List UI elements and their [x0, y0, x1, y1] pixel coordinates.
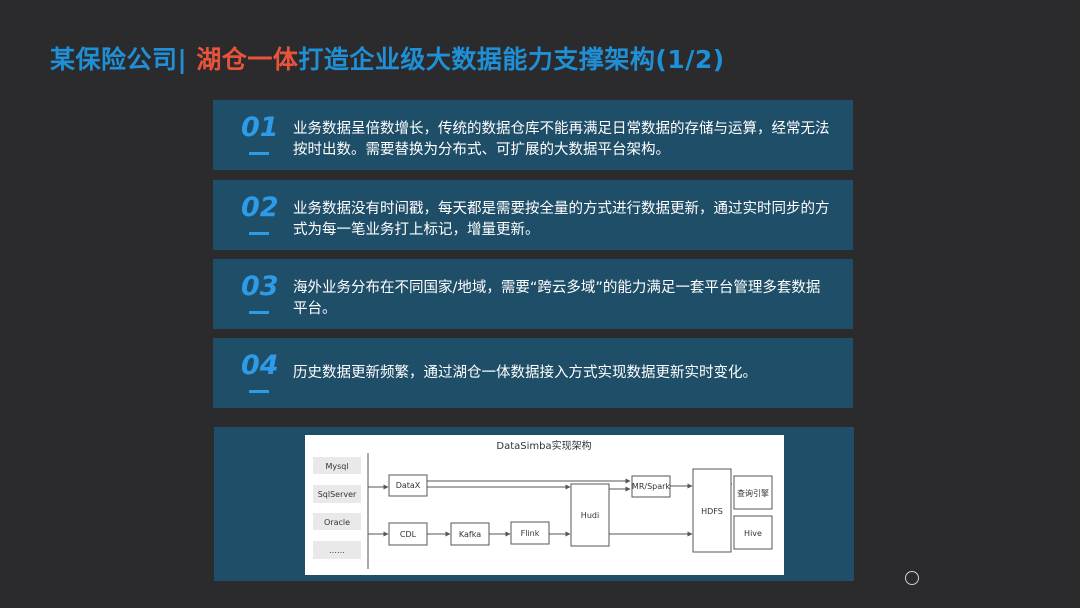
point-text: 业务数据没有时间戳，每天都是需要按全量的方式进行数据更新，通过实时同步的方式为每…: [293, 201, 830, 238]
point-number: 04: [241, 350, 279, 381]
point-number: 02: [241, 192, 279, 223]
number-underline: [249, 311, 269, 314]
node-flink-label: Flink: [521, 529, 540, 538]
node-query-engine-label: 查询引擎: [737, 488, 769, 498]
point-card-3: 03 海外业务分布在不同国家/地域，需要“跨云多域”的能力满足一套平台管理多套数…: [213, 259, 853, 329]
point-text: 业务数据呈倍数增长，传统的数据仓库不能再满足日常数据的存储与运算，经常无法按时出…: [293, 121, 830, 158]
point-number: 01: [241, 112, 279, 143]
point-card-1: 01 业务数据呈倍数增长，传统的数据仓库不能再满足日常数据的存储与运算，经常无法…: [213, 100, 853, 170]
node-datax-label: DataX: [396, 481, 421, 490]
number-underline: [249, 390, 269, 393]
point-number: 03: [241, 271, 279, 302]
title-company: 某保险公司|: [50, 45, 188, 74]
title-highlight: 湖仓一体: [196, 45, 299, 74]
source-oracle-label: Oracle: [324, 518, 350, 527]
diagram-title: DataSimba实现架构: [496, 439, 591, 452]
point-card-4: 04 历史数据更新频繁，通过湖仓一体数据接入方式实现数据更新实时变化。: [213, 338, 853, 408]
title-rest: 打造企业级大数据能力支撑架构(1/2): [298, 45, 725, 74]
point-card-2: 02 业务数据没有时间戳，每天都是需要按全量的方式进行数据更新，通过实时同步的方…: [213, 180, 853, 250]
node-mrspark-label: MR/Spark: [632, 482, 671, 491]
node-hdfs-label: HDFS: [701, 507, 723, 516]
node-hudi-label: Hudi: [581, 511, 599, 520]
circle-icon[interactable]: [905, 571, 919, 585]
page-title: 某保险公司| 湖仓一体打造企业级大数据能力支撑架构(1/2): [50, 40, 725, 76]
source-sqlserver-label: SqlServer: [318, 490, 357, 499]
node-kafka-label: Kafka: [459, 530, 481, 539]
source-mysql-label: Mysql: [325, 462, 348, 471]
architecture-diagram-panel: DataSimba实现架构 Mysql SqlServer Oracle ……: [214, 427, 854, 581]
node-hive-label: Hive: [744, 529, 762, 538]
point-text: 海外业务分布在不同国家/地域，需要“跨云多域”的能力满足一套平台管理多套数据平台…: [293, 280, 821, 317]
source-more-label: ……: [329, 546, 345, 555]
node-cdl-label: CDL: [400, 530, 417, 539]
architecture-diagram: DataSimba实现架构 Mysql SqlServer Oracle ……: [305, 435, 784, 575]
point-text: 历史数据更新频繁，通过湖仓一体数据接入方式实现数据更新实时变化。: [293, 365, 757, 381]
number-underline: [249, 152, 269, 155]
number-underline: [249, 232, 269, 235]
